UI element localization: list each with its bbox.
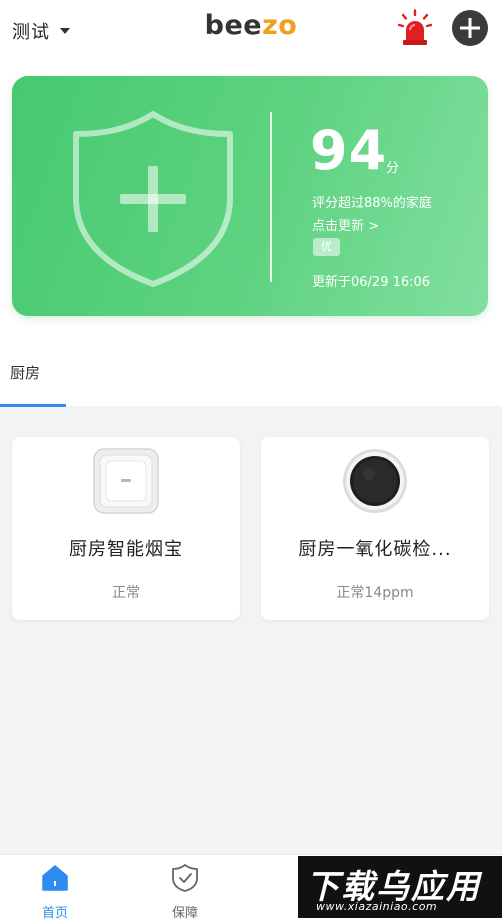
score-value: 94 — [310, 119, 388, 182]
app-header: 测试 beezo — [0, 0, 502, 62]
refresh-score-link[interactable]: 点击更新 > — [312, 215, 379, 234]
nav-protection[interactable]: 保障 — [130, 855, 240, 922]
alarm-siren-icon[interactable] — [398, 9, 432, 47]
active-tab-indicator — [0, 404, 66, 407]
nav-home[interactable]: 首页 — [0, 855, 110, 922]
nav-home-label: 首页 — [41, 906, 68, 921]
tab-kitchen[interactable]: 厨房 — [10, 362, 40, 383]
score-row: 94 分 — [310, 119, 399, 182]
home-icon — [42, 865, 68, 891]
last-updated: 更新于06/29 16:06 — [312, 275, 431, 290]
logo-text-accent: zo — [262, 10, 298, 41]
watermark: 下载乌应用 www.xiazainiao.com — [298, 856, 502, 918]
shield-check-icon — [172, 864, 198, 892]
device-status: 正常14ppm — [336, 585, 414, 601]
device-name: 厨房一氧化碳检... — [298, 539, 452, 560]
shield-plus-icon — [73, 111, 233, 287]
nav-protection-label: 保障 — [171, 906, 198, 921]
smoke-detector-icon — [93, 448, 159, 514]
grade-badge: 优 — [313, 238, 340, 256]
logo-text-dark: bee — [204, 10, 263, 41]
device-card-smoke[interactable]: 厨房智能烟宝 正常 — [12, 437, 240, 620]
score-comparison: 评分超过88%的家庭 — [312, 196, 432, 211]
room-tabs: 厨房 — [0, 352, 502, 407]
add-icon[interactable] — [452, 10, 488, 46]
card-divider — [270, 112, 272, 282]
co-detector-icon — [343, 449, 407, 513]
safety-score-card[interactable]: 94 分 评分超过88%的家庭 点击更新 > 优 更新于06/29 16:06 — [12, 76, 488, 316]
device-status: 正常 — [112, 585, 140, 601]
device-name: 厨房智能烟宝 — [69, 539, 183, 560]
watermark-url: www.xiazainiao.com — [316, 900, 438, 913]
device-card-co[interactable]: 厨房一氧化碳检... 正常14ppm — [261, 437, 489, 620]
score-unit: 分 — [386, 161, 400, 176]
